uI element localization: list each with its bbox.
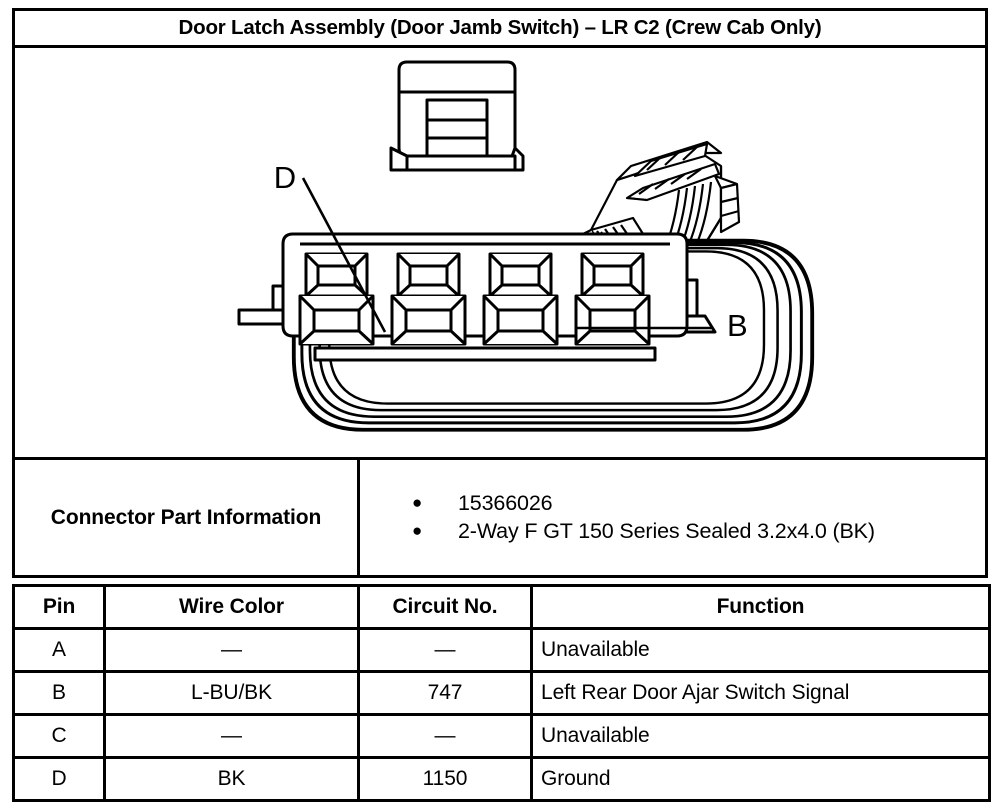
cell-circuit: — bbox=[357, 713, 533, 759]
cell-wire: L-BU/BK bbox=[103, 670, 360, 716]
column-header-wire: Wire Color bbox=[103, 584, 360, 630]
cavity-3 bbox=[482, 252, 559, 346]
connector-part-information-list: ● 15366026 ● 2-Way F GT 150 Series Seale… bbox=[360, 460, 985, 575]
cell-circuit: — bbox=[357, 627, 533, 673]
column-header-pin: Pin bbox=[12, 584, 106, 630]
cell-circuit: 1150 bbox=[357, 756, 533, 802]
callout-label-d: D bbox=[274, 160, 296, 195]
connector-illustration: D B bbox=[237, 60, 815, 432]
cell-pin: B bbox=[12, 670, 106, 716]
table-row: B L-BU/BK 747 Left Rear Door Ajar Switch… bbox=[12, 670, 991, 716]
table-row: D BK 1150 Ground bbox=[12, 756, 991, 802]
bullet-icon: ● bbox=[412, 492, 423, 512]
cell-circuit: 747 bbox=[357, 670, 533, 716]
cavity-b bbox=[574, 252, 651, 346]
part-number: 15366026 bbox=[458, 490, 553, 515]
callout-label-b: B bbox=[727, 308, 748, 343]
part-description: 2-Way F GT 150 Series Sealed 3.2x4.0 (BK… bbox=[458, 518, 875, 543]
column-header-function: Function bbox=[530, 584, 991, 630]
cell-function: Left Rear Door Ajar Switch Signal bbox=[530, 670, 991, 716]
diagram-sheet: Door Latch Assembly (Door Jamb Switch) –… bbox=[0, 0, 1002, 811]
bullet-icon: ● bbox=[412, 520, 423, 540]
connector-part-information-row: Connector Part Information ● 15366026 ● … bbox=[12, 460, 988, 578]
cell-function: Unavailable bbox=[530, 713, 991, 759]
cavity-2 bbox=[390, 252, 467, 346]
cell-wire: — bbox=[103, 627, 360, 673]
cell-wire: — bbox=[103, 713, 360, 759]
list-item: ● 15366026 bbox=[412, 490, 985, 518]
connector-illustration-panel: D B bbox=[12, 48, 988, 460]
pin-assignment-table: Pin Wire Color Circuit No. Function A — … bbox=[12, 584, 991, 802]
diagram-title-bar: Door Latch Assembly (Door Jamb Switch) –… bbox=[12, 8, 988, 48]
cell-pin: A bbox=[12, 627, 106, 673]
cell-function: Unavailable bbox=[530, 627, 991, 673]
connector-part-information-label: Connector Part Information bbox=[15, 460, 360, 575]
cell-wire: BK bbox=[103, 756, 360, 802]
table-header-row: Pin Wire Color Circuit No. Function bbox=[12, 584, 991, 630]
page-title: Door Latch Assembly (Door Jamb Switch) –… bbox=[178, 16, 822, 39]
table-row: C — — Unavailable bbox=[12, 713, 991, 759]
column-header-circuit: Circuit No. bbox=[357, 584, 533, 630]
list-item: ● 2-Way F GT 150 Series Sealed 3.2x4.0 (… bbox=[412, 518, 985, 546]
cavity-d bbox=[298, 252, 375, 346]
cell-function: Ground bbox=[530, 756, 991, 802]
cell-pin: D bbox=[12, 756, 106, 802]
cell-pin: C bbox=[12, 713, 106, 759]
connector-face-view bbox=[237, 60, 815, 432]
table-row: A — — Unavailable bbox=[12, 627, 991, 673]
